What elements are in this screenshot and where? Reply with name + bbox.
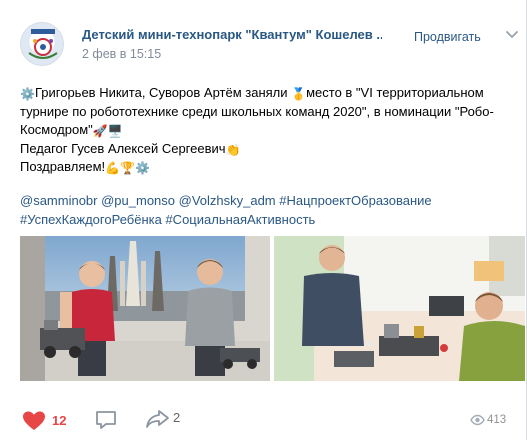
tags-line[interactable]: #УспехКаждогоРебёнка #СоциальнаяАктивнос… [20,211,515,230]
clapping-emoji-icon: 👏 [225,142,241,157]
share-button[interactable]: 2 [145,408,195,430]
post-text-line: Педагог Гусев Алексей Сергеевич👏 [20,140,241,157]
post-text-line: турнире по робототехнике среди школьных … [20,103,494,119]
views-counter: 413 [470,413,527,429]
post-footer: 12 2 413 [0,405,527,435]
tags-line[interactable]: @samminobr @pu_monso @Volzhsky_adm #Нацп… [20,192,515,211]
rocket-computer-emoji-icon: 🚀🖥️ [92,124,123,138]
boys-assembling-robots-photo [274,236,525,381]
comment-button[interactable] [94,409,118,431]
share-count: 2 [173,410,181,425]
muscle-trophy-gear-emoji-icon: 💪🏆⚙️ [105,161,150,175]
gear-emoji-icon: ⚙️ [20,87,35,101]
post-text-line: ⚙️Григорьев Никита, Суворов Артём заняли… [20,85,484,101]
boys-with-robots-photo [20,236,270,381]
post-tags: @samminobr @pu_monso @Volzhsky_adm #Нацп… [20,192,515,229]
heart-icon [23,411,45,430]
post-photo-2[interactable] [274,236,525,381]
views-count: 413 [487,414,507,426]
post-card: Детский мини-технопарк "Квантум" Кошелев… [0,0,527,440]
post-photo-1[interactable] [20,236,270,381]
gold-medal-emoji-icon: 🥇 [291,87,307,101]
kvantum-logo-icon [28,29,58,59]
chevron-down-icon[interactable] [505,30,519,40]
post-text-line: Поздравляем!💪🏆⚙️ [20,159,150,175]
post-text-line: Космодром"🚀🖥️ [20,122,123,138]
eye-icon [470,414,485,426]
share-arrow-icon [146,410,169,428]
group-avatar[interactable] [20,22,64,66]
like-button[interactable]: 12 [22,410,82,432]
comment-icon [96,411,116,429]
group-name-link[interactable]: Детский мини-технопарк "Квантум" Кошелев… [82,27,382,42]
post-text: ⚙️Григорьев Никита, Суворов Артём заняли… [20,84,510,177]
like-count: 12 [52,413,67,428]
post-date[interactable]: 2 фев в 15:15 [82,47,161,61]
promote-button[interactable]: Продвигать [414,30,481,44]
